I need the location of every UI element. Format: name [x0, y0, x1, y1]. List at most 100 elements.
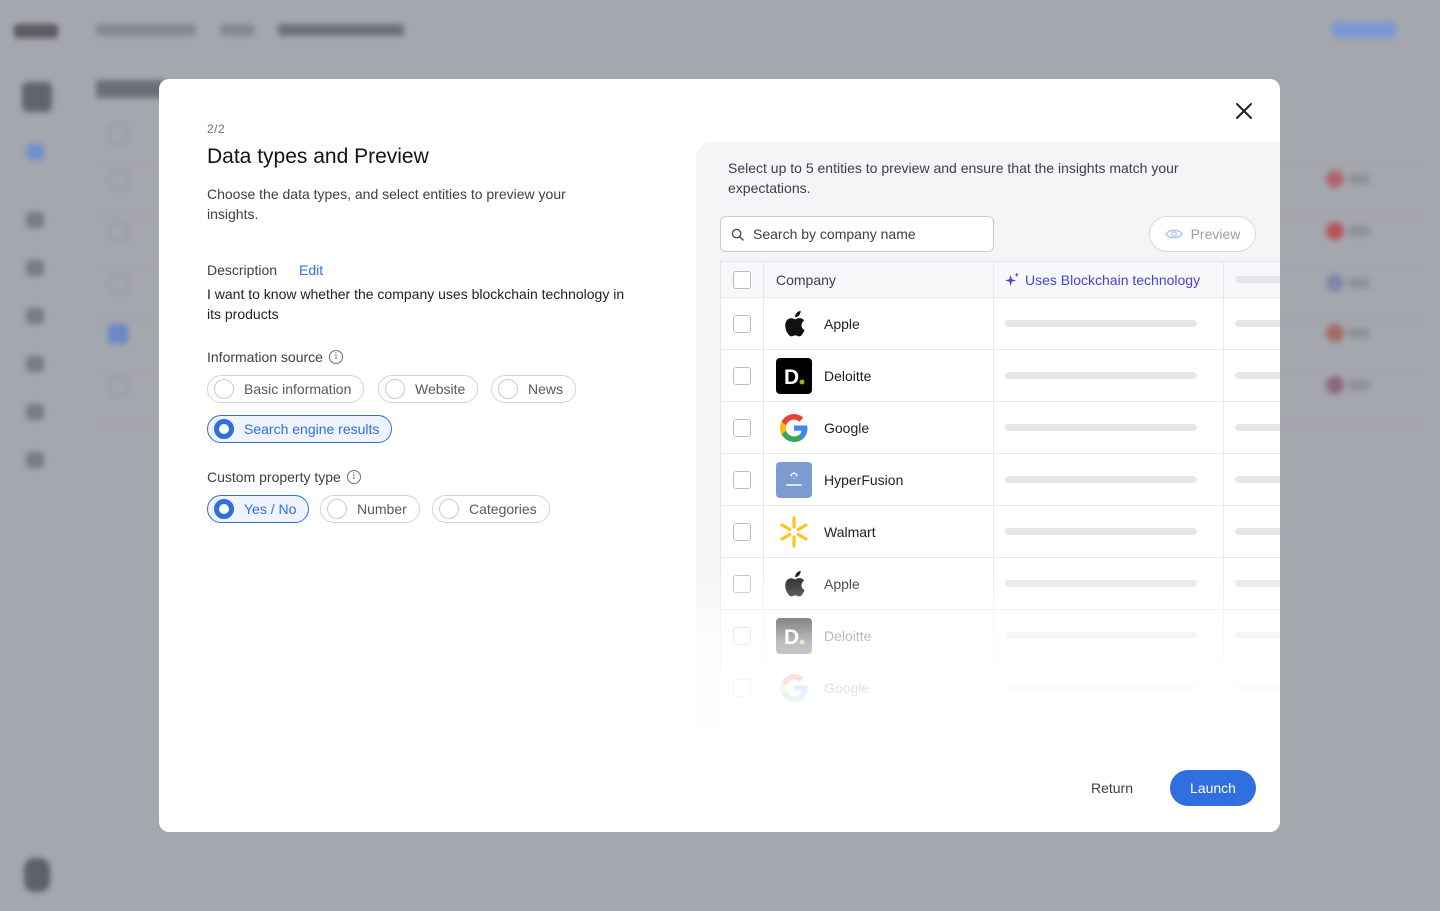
company-cell: [764, 714, 994, 742]
company-cell: Google: [764, 662, 994, 713]
background-flag-label: [1348, 328, 1370, 338]
option-label: Search engine results: [244, 421, 380, 437]
property-cell: [994, 298, 1224, 349]
column-header-extra: [1224, 262, 1280, 297]
svg-text:D: D: [784, 626, 799, 649]
skeleton-placeholder: [1005, 580, 1197, 587]
company-name: Walmart: [824, 523, 876, 540]
company-table: Company Uses Blockchain technology Apple…: [720, 261, 1280, 742]
background-checkbox: [108, 376, 128, 396]
extra-cell: [1224, 558, 1280, 609]
row-checkbox[interactable]: [733, 626, 751, 645]
company-name: HyperFusion: [824, 471, 904, 488]
info-icon[interactable]: i: [328, 350, 343, 364]
source-option-website[interactable]: Website: [378, 375, 479, 403]
company-cell: Apple: [764, 298, 994, 349]
row-check-cell: [721, 402, 764, 453]
extra-cell: [1224, 662, 1280, 713]
table-row[interactable]: Google: [721, 402, 1280, 454]
apple-logo: [776, 306, 812, 342]
row-check-cell: [721, 298, 764, 349]
skeleton-placeholder: [1235, 580, 1280, 587]
row-checkbox[interactable]: [733, 314, 751, 333]
background-breadcrumb: [278, 24, 404, 36]
property-cell: [994, 350, 1224, 401]
background-sidebar-icon: [26, 212, 44, 228]
row-checkbox[interactable]: [733, 678, 751, 697]
skeleton-placeholder: [1235, 684, 1280, 691]
info-icon[interactable]: i: [346, 470, 361, 484]
custom-property-type-label: Custom property type i: [207, 469, 361, 485]
company-cell: D Deloitte: [764, 350, 994, 401]
type-option-categories[interactable]: Categories: [432, 495, 550, 523]
row-check-cell: [721, 662, 764, 713]
table-row[interactable]: HyperFusion: [721, 454, 1280, 506]
deloitte-logo: D: [776, 357, 812, 394]
source-option-search-engine-results[interactable]: Search engine results: [207, 415, 393, 443]
company-search[interactable]: [720, 216, 994, 252]
company-name: Deloitte: [824, 627, 872, 644]
column-header-company[interactable]: Company: [764, 262, 994, 297]
table-row[interactable]: D Deloitte: [721, 610, 1280, 662]
return-button[interactable]: Return: [1079, 772, 1145, 804]
row-checkbox[interactable]: [733, 470, 751, 489]
skeleton-placeholder: [1005, 320, 1197, 327]
company-cell: HyperFusion: [764, 454, 994, 505]
company-cell: Walmart: [764, 506, 994, 557]
table-row[interactable]: Walmart: [721, 506, 1280, 558]
company-cell: Apple: [764, 558, 994, 609]
table-row[interactable]: Apple: [721, 558, 1280, 610]
source-option-basic-information[interactable]: Basic information: [207, 375, 365, 403]
row-checkbox: [733, 730, 751, 742]
search-icon: [731, 228, 744, 241]
launch-button[interactable]: Launch: [1170, 770, 1256, 806]
background-share-button: [1332, 22, 1396, 38]
radio-icon: [214, 379, 234, 399]
row-checkbox[interactable]: [733, 366, 751, 385]
background-flag-label: [1348, 278, 1370, 288]
row-check-cell: [721, 506, 764, 557]
company-name: Apple: [824, 575, 860, 592]
company-cell: Google: [764, 402, 994, 453]
radio-icon: [385, 379, 405, 399]
table-row[interactable]: D Deloitte: [721, 350, 1280, 402]
extra-cell: [1224, 610, 1280, 661]
background-checkbox: [108, 324, 128, 344]
background-flag: [1326, 274, 1344, 292]
preview-intro: Select up to 5 entities to preview and e…: [728, 160, 1179, 196]
background-flag: [1326, 376, 1344, 394]
type-option-number[interactable]: Number: [320, 495, 420, 523]
close-button[interactable]: [1232, 99, 1256, 123]
skeleton-placeholder: [1235, 528, 1280, 535]
background-sidebar-icon: [26, 452, 44, 468]
background-sidebar-logo: [22, 82, 52, 112]
option-label: News: [528, 381, 564, 397]
row-check-cell: [721, 454, 764, 505]
type-option-yes-no[interactable]: Yes / No: [207, 495, 310, 523]
source-option-news[interactable]: News: [491, 375, 577, 403]
row-checkbox[interactable]: [733, 574, 751, 593]
property-header: Uses Blockchain technology: [1005, 272, 1200, 288]
search-input[interactable]: [753, 226, 983, 242]
option-label: Basic information: [244, 381, 352, 397]
custom-property-type-label-text: Custom property type: [207, 469, 341, 485]
skeleton-placeholder: [1235, 632, 1280, 639]
eye-icon: [1164, 229, 1183, 239]
google-logo: [776, 670, 812, 706]
option-label: Website: [415, 381, 466, 397]
select-all-checkbox[interactable]: [733, 270, 751, 289]
preview-button[interactable]: Preview: [1149, 216, 1256, 252]
apple-logo: [776, 566, 812, 602]
google-logo: [776, 410, 812, 446]
row-checkbox[interactable]: [733, 418, 751, 437]
column-header-property[interactable]: Uses Blockchain technology: [994, 262, 1224, 297]
description-edit-link[interactable]: Edit: [299, 262, 323, 278]
background-sidebar-icon: [26, 404, 44, 420]
table-row[interactable]: Apple: [721, 298, 1280, 350]
skeleton-placeholder: [1235, 276, 1280, 283]
row-check-cell: [721, 350, 764, 401]
skeleton-placeholder: [1235, 476, 1280, 483]
row-checkbox[interactable]: [733, 522, 751, 541]
property-cell: [994, 454, 1224, 505]
table-row[interactable]: Google: [721, 662, 1280, 714]
